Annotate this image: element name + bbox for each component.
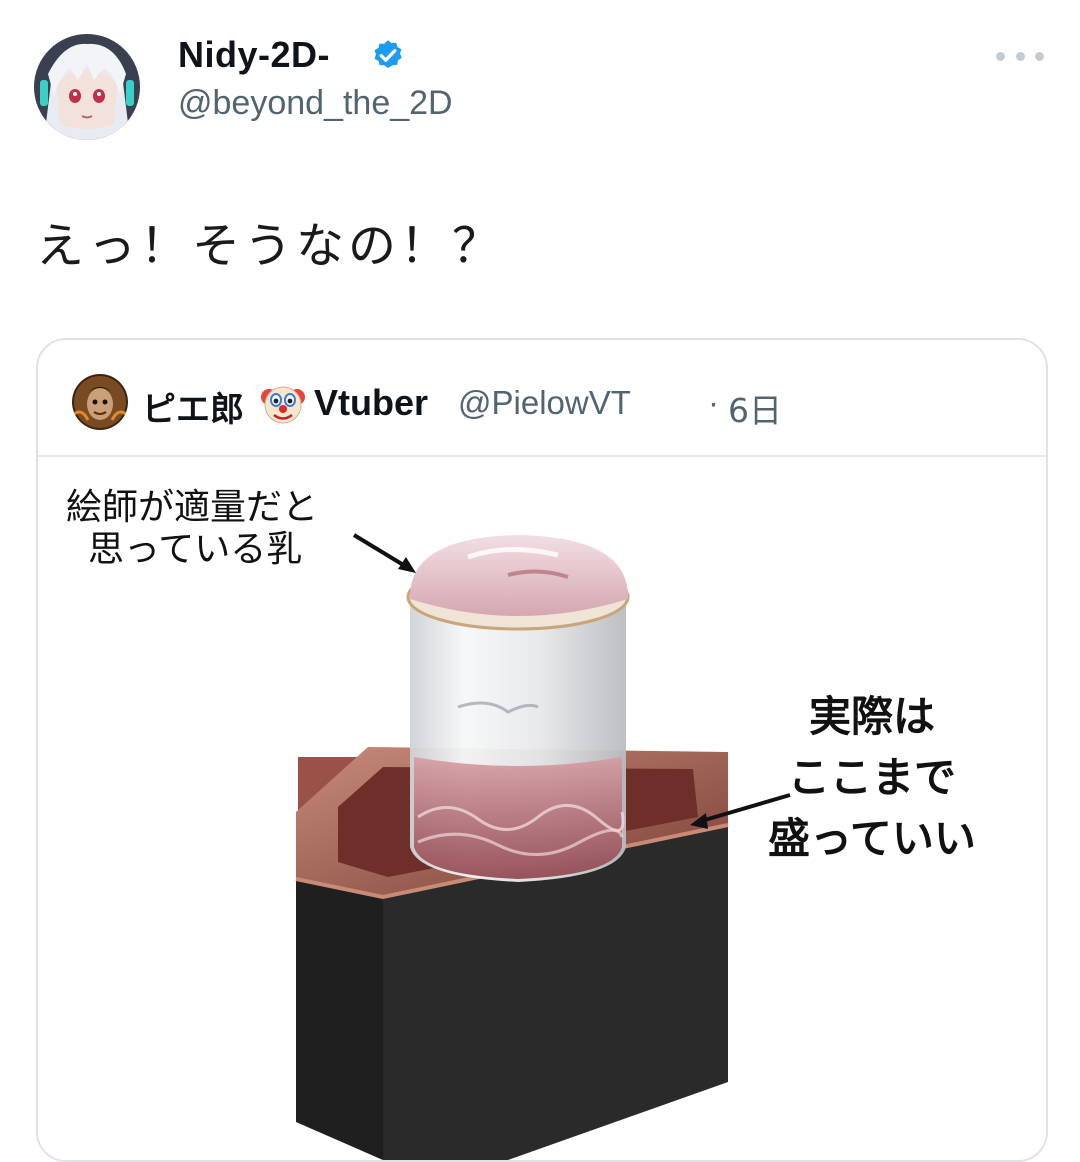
caption-top-left: 絵師が適量だと 思っている乳	[66, 487, 318, 571]
author-display-name[interactable]: Nidy-2D-	[178, 34, 330, 76]
quoted-author-avatar[interactable]	[72, 374, 128, 430]
tweet: Nidy-2D- @beyond_the_2D えっ！そうなの！？ ピエ郎 Vt…	[0, 0, 1080, 1162]
dark-portrait-avatar-icon	[72, 374, 128, 430]
caption-right: 実際は ここまで 盛っていい	[768, 687, 976, 870]
clown-face-icon	[261, 386, 305, 424]
caption-line: 盛っていい	[768, 813, 976, 863]
more-options-button[interactable]	[996, 44, 1044, 68]
quoted-author-name[interactable]: ピエ郎	[142, 382, 244, 431]
quoted-tweet-header: ピエ郎 Vtuber @PielowVT · 6日	[38, 340, 1046, 455]
caption-line: 思っている乳	[88, 528, 303, 570]
anime-girl-avatar-icon	[34, 34, 140, 140]
quoted-author-handle[interactable]: @PielowVT	[458, 384, 631, 422]
quoted-tweet-card[interactable]: ピエ郎 Vtuber @PielowVT · 6日 絵師が適量だと 思っている乳…	[36, 338, 1048, 1162]
caption-line: 絵師が適量だと	[66, 487, 319, 528]
verified-badge-icon	[374, 40, 402, 68]
quoted-author-name-suffix[interactable]: Vtuber	[314, 382, 428, 424]
quoted-timestamp[interactable]: 6日	[728, 384, 782, 432]
more-dot-icon	[996, 51, 1005, 61]
more-dot-icon	[1035, 51, 1044, 61]
tweet-text: えっ！そうなの！？	[36, 218, 505, 274]
avatar[interactable]	[34, 34, 140, 140]
caption-line: ここまで	[787, 752, 956, 802]
author-handle[interactable]: @beyond_the_2D	[178, 84, 453, 123]
quoted-image[interactable]: 絵師が適量だと 思っている乳 実際は ここまで 盛っていい	[38, 457, 1046, 1160]
caption-line: 実際は	[808, 692, 935, 741]
separator-dot: ·	[708, 384, 719, 421]
more-dot-icon	[1015, 51, 1025, 61]
